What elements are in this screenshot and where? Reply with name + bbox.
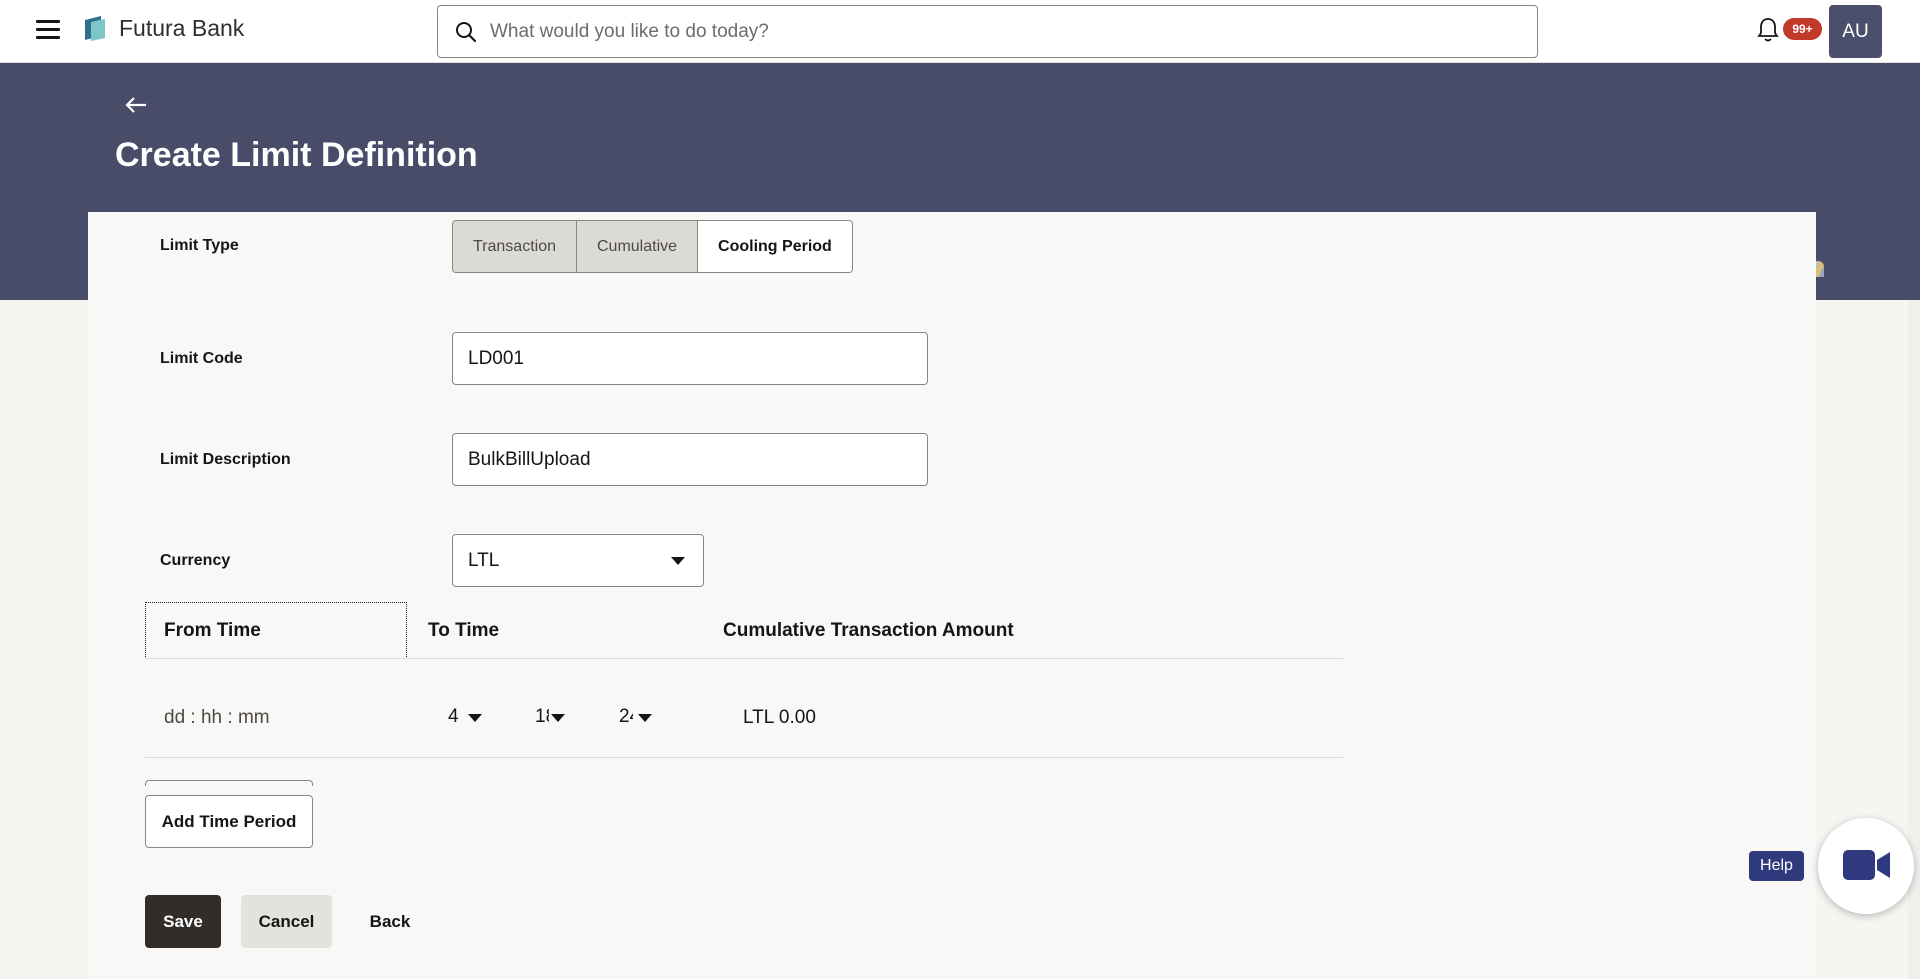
limit-type-cooling-period-button[interactable]: Cooling Period bbox=[698, 221, 852, 272]
search-icon bbox=[456, 22, 477, 43]
to-time-days-select[interactable]: 4 bbox=[448, 706, 482, 730]
to-time-hours-value: 18 bbox=[535, 706, 549, 727]
limit-type-cumulative-button[interactable]: Cumulative bbox=[577, 221, 699, 272]
currency-selected-value: LTL bbox=[468, 550, 500, 571]
brand-logo[interactable]: Futura Bank bbox=[81, 14, 244, 42]
to-time-minutes-select[interactable]: 24 bbox=[619, 706, 652, 730]
row-divider bbox=[145, 757, 1343, 758]
limit-description-input[interactable] bbox=[452, 433, 928, 486]
top-header: Futura Bank 99+ AU bbox=[0, 0, 1920, 63]
video-help-button[interactable] bbox=[1818, 818, 1914, 914]
chevron-down-icon bbox=[638, 714, 652, 722]
limit-code-input[interactable] bbox=[452, 332, 928, 385]
hamburger-menu-icon[interactable] bbox=[36, 20, 60, 40]
page-title: Create Limit Definition bbox=[115, 136, 478, 174]
brand-name: Futura Bank bbox=[119, 14, 245, 41]
limit-type-label: Limit Type bbox=[160, 237, 239, 254]
cumulative-amount-column-header[interactable]: Cumulative Transaction Amount bbox=[723, 620, 1014, 642]
form-card bbox=[88, 212, 1816, 979]
button-edge bbox=[145, 780, 313, 786]
chevron-down-icon bbox=[468, 714, 482, 722]
limit-type-transaction-button[interactable]: Transaction bbox=[453, 221, 577, 272]
from-time-value: dd : hh : mm bbox=[164, 707, 270, 728]
back-arrow-icon[interactable] bbox=[123, 92, 149, 118]
chevron-down-icon bbox=[671, 557, 685, 565]
save-button[interactable]: Save bbox=[145, 895, 221, 948]
header-divider bbox=[145, 658, 1343, 659]
back-button[interactable]: Back bbox=[352, 895, 428, 948]
user-avatar[interactable]: AU bbox=[1829, 5, 1882, 58]
global-search[interactable] bbox=[437, 5, 1538, 58]
cancel-button[interactable]: Cancel bbox=[241, 895, 332, 948]
limit-code-label: Limit Code bbox=[160, 350, 243, 367]
currency-label: Currency bbox=[160, 552, 231, 569]
limit-type-segmented-control: Transaction Cumulative Cooling Period bbox=[452, 220, 853, 273]
search-input[interactable] bbox=[490, 16, 1510, 48]
notification-bell-icon[interactable] bbox=[1756, 16, 1780, 44]
cumulative-amount-value: LTL 0.00 bbox=[743, 707, 816, 728]
to-time-minutes-value: 24 bbox=[619, 706, 633, 727]
add-time-period-button[interactable]: Add Time Period bbox=[145, 795, 313, 848]
chevron-down-icon bbox=[551, 714, 565, 722]
help-label[interactable]: Help bbox=[1749, 851, 1804, 881]
notification-count-badge: 99+ bbox=[1783, 18, 1822, 40]
to-time-hours-select[interactable]: 18 bbox=[535, 706, 565, 730]
background-left bbox=[0, 300, 88, 979]
bank-logo-icon bbox=[85, 16, 105, 41]
to-time-column-header[interactable]: To Time bbox=[428, 620, 499, 642]
video-camera-icon bbox=[1843, 850, 1890, 880]
from-time-column-header[interactable]: From Time bbox=[164, 620, 261, 642]
limit-description-label: Limit Description bbox=[160, 451, 291, 468]
to-time-days-value: 4 bbox=[448, 706, 459, 727]
currency-select[interactable]: LTL bbox=[452, 534, 704, 587]
